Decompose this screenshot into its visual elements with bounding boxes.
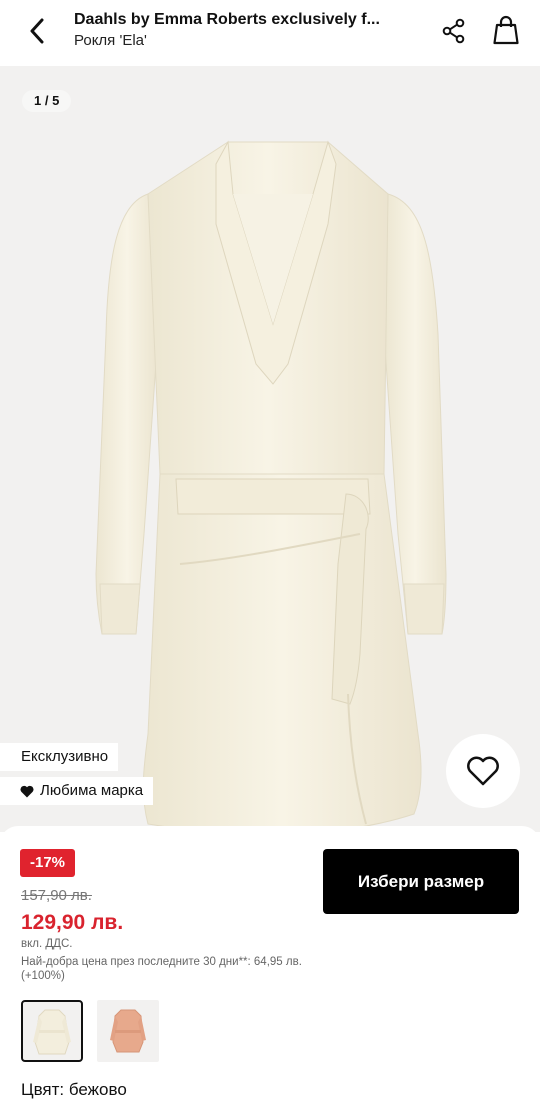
favorite-brand-label: Любима марка (40, 782, 144, 799)
header-titles: Daahls by Emma Roberts exclusively f... … (74, 10, 414, 52)
sale-price: 129,90 лв. (21, 911, 124, 934)
wishlist-button[interactable] (446, 734, 520, 808)
exclusive-badge: Ексклузивно (0, 743, 119, 771)
share-button[interactable] (438, 15, 470, 47)
variant-thumbnail (110, 1009, 146, 1053)
select-size-button[interactable]: Избери размер (323, 849, 519, 914)
purchase-panel: -17% 157,90 лв. 129,90 лв. вкл. ДДС. Най… (0, 826, 540, 1113)
chevron-left-icon (30, 18, 44, 44)
product-image-gallery[interactable]: 1 / 5 Ексклузивно Любима марка (0, 66, 540, 832)
color-variant-beige[interactable] (21, 1000, 83, 1062)
heart-filled-icon (20, 785, 34, 797)
back-button[interactable] (20, 14, 54, 48)
color-label: Цвят: бежово (21, 1080, 127, 1099)
color-variant-peach[interactable] (97, 1000, 159, 1062)
discount-badge: -17% (20, 849, 76, 877)
share-icon (442, 18, 465, 44)
brand-title: Daahls by Emma Roberts exclusively f... (74, 11, 380, 28)
old-price: 157,90 лв. (21, 887, 92, 904)
heart-outline-icon (467, 756, 499, 786)
product-image (95, 140, 447, 832)
favorite-brand-badge: Любима марка (0, 777, 154, 805)
top-bar: Daahls by Emma Roberts exclusively f... … (0, 0, 540, 64)
best-price-note: Най-добра цена през последните 30 дни**:… (21, 956, 302, 982)
image-counter: 1 / 5 (22, 90, 72, 112)
bag-button[interactable] (490, 13, 522, 47)
shopping-bag-icon (493, 15, 519, 45)
variant-thumbnail (33, 1009, 71, 1055)
product-name: Рокля 'Ela' (74, 32, 147, 49)
vat-note: вкл. ДДС. (21, 938, 73, 950)
